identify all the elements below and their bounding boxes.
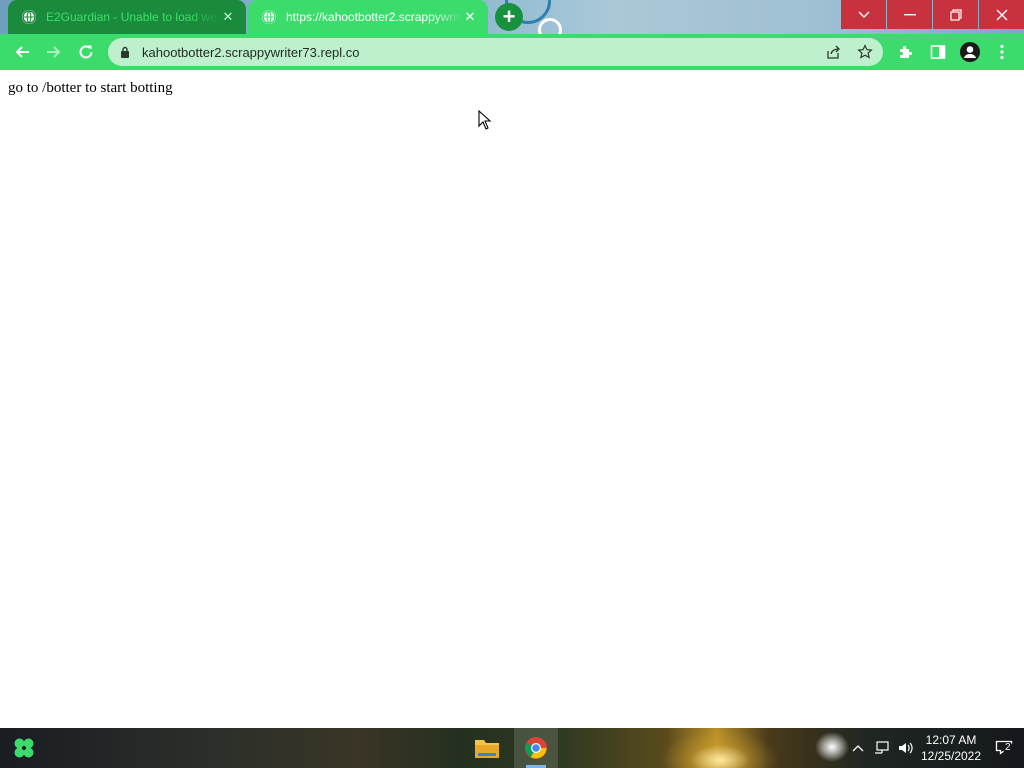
avatar-icon xyxy=(960,42,980,62)
wallpaper-glow xyxy=(815,732,849,762)
side-panel-button[interactable] xyxy=(924,38,952,66)
url-text[interactable]: kahootbotter2.scrappywriter73.repl.co xyxy=(142,45,360,60)
tab-e2guardian[interactable]: E2Guardian - Unable to load web page ✕ xyxy=(8,0,246,34)
arrow-right-icon xyxy=(47,46,61,58)
extensions-button[interactable] xyxy=(892,38,920,66)
network-status[interactable] xyxy=(870,736,894,760)
restore-icon xyxy=(949,8,962,21)
chevron-down-icon xyxy=(858,11,869,18)
close-window-button[interactable] xyxy=(979,0,1024,29)
kebab-menu-icon xyxy=(1000,44,1004,60)
taskbar: 12:07 AM 12/25/2022 2 xyxy=(0,728,1024,768)
address-bar[interactable]: kahootbotter2.scrappywriter73.repl.co xyxy=(108,38,883,66)
reload-button[interactable] xyxy=(72,38,100,66)
minimize-button[interactable] xyxy=(887,0,932,29)
network-icon xyxy=(875,741,889,754)
minimize-icon xyxy=(903,13,916,15)
title-bar: E2Guardian - Unable to load web page ✕ h… xyxy=(0,0,1024,34)
globe-icon xyxy=(22,10,36,24)
tab-close-icon[interactable]: ✕ xyxy=(462,9,478,25)
speaker-icon xyxy=(899,742,913,754)
lock-icon[interactable] xyxy=(120,46,130,58)
clock-date: 12/25/2022 xyxy=(920,749,982,763)
puzzle-icon xyxy=(900,46,912,58)
chevron-up-icon xyxy=(852,745,864,752)
tab-title: E2Guardian - Unable to load web page xyxy=(46,10,220,24)
back-button[interactable] xyxy=(8,38,36,66)
clock-time: 12:07 AM xyxy=(925,733,977,747)
mouse-cursor-icon xyxy=(478,110,492,130)
tab-kahootbotter[interactable]: https://kahootbotter2.scrappywriter73.re… xyxy=(248,0,488,34)
wallpaper-decoration xyxy=(538,18,562,34)
browser-toolbar: kahootbotter2.scrappywriter73.repl.co xyxy=(0,34,1024,70)
chrome-taskbar-button[interactable] xyxy=(514,728,558,768)
restore-button[interactable] xyxy=(933,0,978,29)
notification-count-badge: 2 xyxy=(1003,742,1013,754)
start-clover-icon xyxy=(14,738,34,758)
globe-icon xyxy=(262,10,276,24)
tab-close-icon[interactable]: ✕ xyxy=(220,9,236,25)
notifications-button[interactable]: 2 xyxy=(990,736,1018,760)
system-clock[interactable]: 12:07 AM 12/25/2022 xyxy=(918,732,984,764)
wallpaper-glow xyxy=(660,730,780,768)
side-panel-icon xyxy=(930,45,946,59)
page-message: go to /botter to start botting xyxy=(8,80,173,96)
show-hidden-icons-button[interactable] xyxy=(846,736,870,760)
forward-button[interactable] xyxy=(40,38,68,66)
file-explorer-button[interactable] xyxy=(465,728,509,768)
profile-button[interactable] xyxy=(956,38,984,66)
tab-title: https://kahootbotter2.scrappywriter73.re… xyxy=(286,10,462,24)
close-icon xyxy=(996,9,1007,20)
start-button[interactable] xyxy=(2,728,46,768)
new-tab-button[interactable]: + xyxy=(495,3,523,31)
bookmark-star-icon[interactable] xyxy=(857,44,873,60)
arrow-left-icon xyxy=(15,46,29,58)
chrome-icon xyxy=(525,737,547,759)
tab-search-button[interactable] xyxy=(841,0,886,29)
page-content: go to /botter to start botting xyxy=(0,70,1024,728)
menu-button[interactable] xyxy=(988,38,1016,66)
share-icon[interactable] xyxy=(825,44,841,60)
reload-icon xyxy=(79,45,93,59)
volume-control[interactable] xyxy=(894,736,918,760)
folder-icon xyxy=(475,740,499,758)
